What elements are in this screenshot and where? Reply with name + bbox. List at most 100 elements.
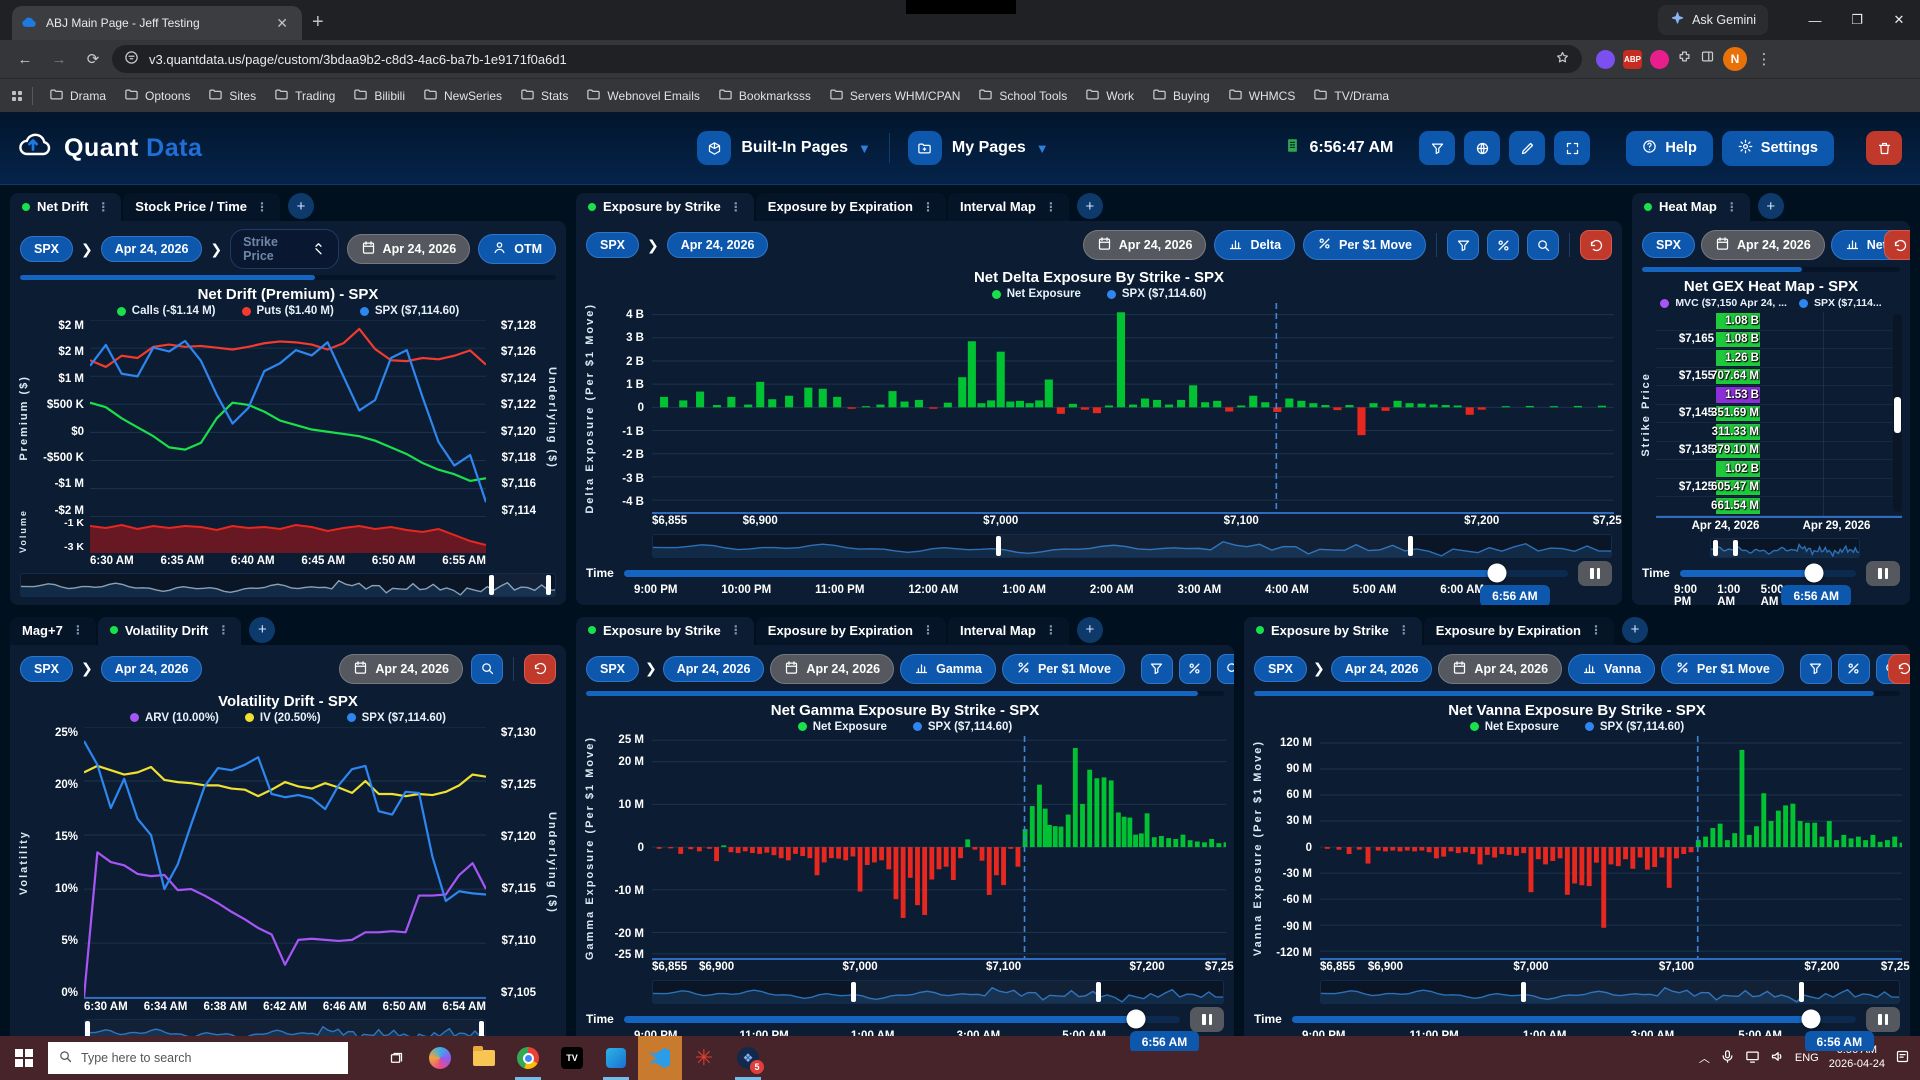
bookmark-item[interactable]: Servers WHM/CPAN	[821, 83, 968, 109]
brush-handle-left[interactable]	[488, 574, 494, 595]
tab-mag7[interactable]: Mag+7 ⋮	[10, 616, 96, 645]
tab-exposure-by-strike[interactable]: Exposure by Strike ⋮	[576, 193, 754, 221]
heatmap-cell[interactable]: 1.26 B	[1716, 350, 1760, 366]
bookmark-item[interactable]: NewSeries	[415, 83, 510, 109]
zoom-button[interactable]	[1216, 653, 1234, 684]
horizontal-scrollbar[interactable]	[586, 690, 1224, 696]
heatmap-row[interactable]: 1.02 B	[1656, 460, 1902, 479]
time-slider[interactable]	[623, 1009, 1180, 1029]
mini-range-brush[interactable]	[652, 979, 1224, 1004]
time-slider[interactable]	[1291, 1009, 1856, 1029]
reset-button[interactable]	[1888, 653, 1910, 684]
vanna-plot[interactable]	[1320, 736, 1902, 960]
time-slider[interactable]	[1679, 563, 1856, 583]
brush-selection[interactable]	[997, 534, 1410, 557]
zoom-button[interactable]	[1527, 230, 1559, 260]
brush-handle-right[interactable]	[1732, 539, 1738, 556]
bookmark-item[interactable]: Stats	[512, 83, 576, 109]
reset-button[interactable]	[524, 653, 556, 684]
tab-close-icon[interactable]: ✕	[272, 15, 292, 32]
brush-handle-right[interactable]	[1095, 981, 1101, 1002]
reset-button[interactable]	[1884, 230, 1910, 260]
tab-exposure-by-strike[interactable]: Exposure by Strike ⋮	[1244, 616, 1422, 645]
tab-exposure-by-expiration[interactable]: Exposure by Expiration ⋮	[1423, 616, 1614, 645]
ask-gemini-button[interactable]: Ask Gemini	[1658, 5, 1768, 35]
heatmap-row[interactable]: $7,135 379.10 M	[1656, 442, 1902, 461]
app-file-explorer[interactable]	[462, 1036, 506, 1080]
vertical-scrollbar[interactable]	[1893, 314, 1902, 512]
bookmark-item[interactable]: Optoons	[116, 83, 198, 109]
heatmap-cell[interactable]: 351.69 M	[1711, 405, 1760, 422]
app-tradingview[interactable]: TV	[550, 1036, 594, 1080]
horizontal-scrollbar[interactable]	[1642, 267, 1900, 272]
tray-chevron-icon[interactable]: ︿	[1699, 1050, 1710, 1066]
tab-menu-icon[interactable]: ⋮	[1045, 623, 1057, 637]
percent-toggle-button[interactable]	[1178, 653, 1211, 684]
settings-button[interactable]: Settings	[1721, 130, 1834, 166]
bookmark-item[interactable]: School Tools	[970, 83, 1075, 109]
app-blue-utility[interactable]	[594, 1036, 638, 1080]
reload-icon[interactable]: ⟳	[78, 44, 108, 74]
built-in-pages-menu[interactable]: Built-In Pages ▼	[697, 131, 871, 165]
expiry-pill[interactable]: Apr 24, 2026	[100, 236, 203, 262]
heatmap-row[interactable]: $7,145 351.69 M	[1656, 405, 1902, 424]
heatmap-grid[interactable]: 1.08 B $7,165 1.08 B 1.26 B $7,155 707.64 M 1.…	[1656, 312, 1902, 518]
adblock-extension-icon[interactable]: ABP	[1623, 49, 1642, 69]
time-slider-handle[interactable]	[1487, 563, 1507, 583]
bookmark-item[interactable]: WHMCS	[1220, 83, 1304, 109]
brush-selection[interactable]	[852, 980, 1098, 1003]
tab-menu-icon[interactable]: ⋮	[256, 200, 268, 214]
add-tab-button[interactable]: +	[1076, 193, 1103, 219]
my-pages-menu[interactable]: My Pages ▼	[907, 131, 1049, 165]
heatmap-cell[interactable]: 1.08 B	[1716, 313, 1760, 329]
pause-button[interactable]	[1190, 1006, 1224, 1032]
profile-avatar[interactable]: N	[1723, 47, 1747, 71]
pause-button[interactable]	[1866, 560, 1900, 586]
bookmark-star-icon[interactable]	[1555, 50, 1570, 68]
date-pill[interactable]: Apr 24, 2026	[770, 653, 895, 684]
address-bar[interactable]: v3.quantdata.us/page/custom/3bdaa9b2-c8d…	[112, 45, 1582, 73]
bookmark-item[interactable]: Drama	[41, 83, 114, 109]
mini-range-brush[interactable]	[652, 533, 1612, 558]
tab-menu-icon[interactable]: ⋮	[72, 623, 84, 637]
volatility-plot[interactable]	[84, 727, 486, 999]
time-slider-handle[interactable]	[1804, 563, 1824, 583]
edit-button[interactable]	[1509, 131, 1546, 165]
reset-button[interactable]	[1580, 230, 1612, 260]
app-chrome[interactable]	[506, 1036, 550, 1080]
site-info-icon[interactable]	[124, 50, 139, 68]
app-logo[interactable]: Quant Data	[18, 130, 202, 167]
fullscreen-button[interactable]	[1554, 131, 1591, 165]
brush-selection[interactable]	[1523, 980, 1801, 1003]
brush-handle-right[interactable]	[1407, 535, 1413, 556]
bookmark-item[interactable]: Bookmarksss	[710, 83, 819, 109]
brush-handle-right[interactable]	[545, 574, 551, 595]
heatmap-row[interactable]: $7,125 605.47 M	[1656, 479, 1902, 498]
window-minimize-button[interactable]: —	[1794, 0, 1836, 40]
gamma-plot[interactable]	[652, 736, 1226, 960]
heatmap-cell[interactable]: 379.10 M	[1711, 442, 1760, 459]
horizontal-scrollbar[interactable]	[20, 275, 556, 280]
window-maximize-button[interactable]: ❐	[1836, 0, 1878, 40]
greek-pill[interactable]: Vanna	[1568, 653, 1655, 684]
app-vscode[interactable]	[638, 1036, 682, 1080]
tab-menu-icon[interactable]: ⋮	[97, 200, 109, 214]
date-pill[interactable]: Apr 24, 2026	[1701, 230, 1825, 260]
heatmap-cell[interactable]: 1.02 B	[1716, 461, 1760, 477]
bookmark-item[interactable]: Webnovel Emails	[578, 83, 707, 109]
tab-exposure-by-strike[interactable]: Exposure by Strike ⋮	[576, 616, 754, 645]
heatmap-cell[interactable]: 1.53 B	[1716, 387, 1760, 403]
date-pill[interactable]: Apr 24, 2026	[339, 653, 463, 684]
app-copilot[interactable]	[418, 1036, 462, 1080]
expiry-pill[interactable]: Apr 24, 2026	[100, 655, 203, 682]
add-tab-button[interactable]: +	[1757, 193, 1784, 219]
time-slider[interactable]	[623, 563, 1568, 583]
heatmap-row[interactable]: 661.54 M	[1656, 497, 1902, 516]
brush-handle-left[interactable]	[1521, 981, 1527, 1002]
brush-handle-right[interactable]	[1798, 981, 1804, 1002]
mini-range-brush[interactable]	[20, 572, 556, 597]
bookmark-item[interactable]: TV/Drama	[1305, 83, 1397, 109]
tab-menu-icon[interactable]: ⋮	[1590, 623, 1602, 637]
time-slider-handle[interactable]	[1801, 1009, 1821, 1029]
heatmap-cell[interactable]: 1.08 B	[1716, 331, 1760, 348]
